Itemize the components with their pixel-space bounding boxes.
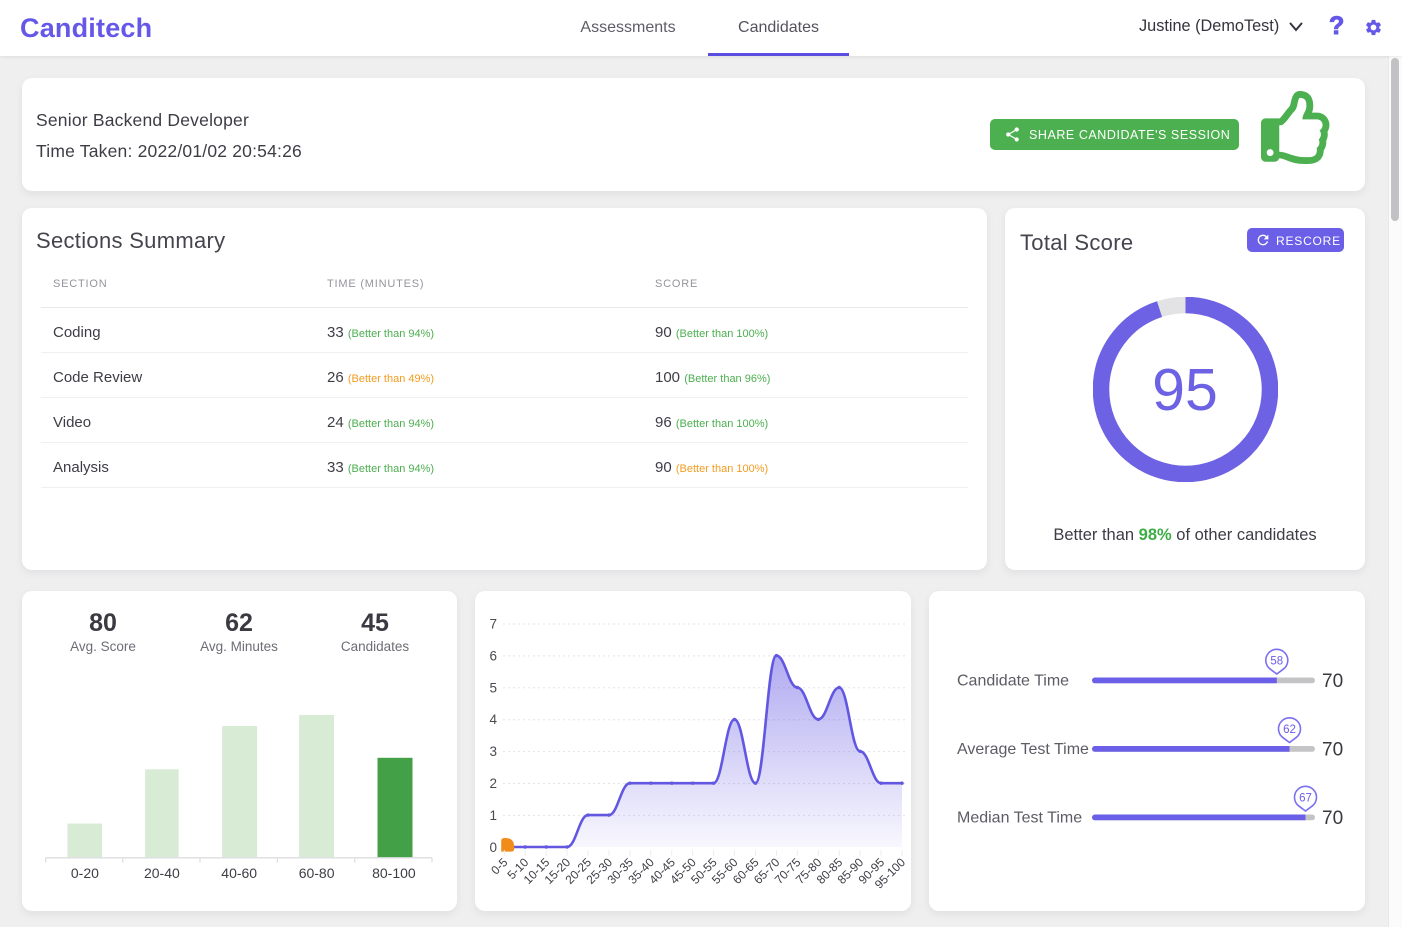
- svg-text:Average Test Time: Average Test Time: [957, 741, 1089, 758]
- svg-text:Median Test Time: Median Test Time: [957, 810, 1082, 827]
- svg-text:Candidate Time: Candidate Time: [957, 673, 1069, 690]
- svg-text:62: 62: [1283, 724, 1296, 736]
- svg-text:67: 67: [1299, 793, 1312, 805]
- svg-text:70: 70: [1322, 671, 1343, 692]
- svg-text:58: 58: [1270, 656, 1283, 668]
- svg-text:70: 70: [1322, 740, 1343, 761]
- svg-text:70: 70: [1322, 808, 1343, 829]
